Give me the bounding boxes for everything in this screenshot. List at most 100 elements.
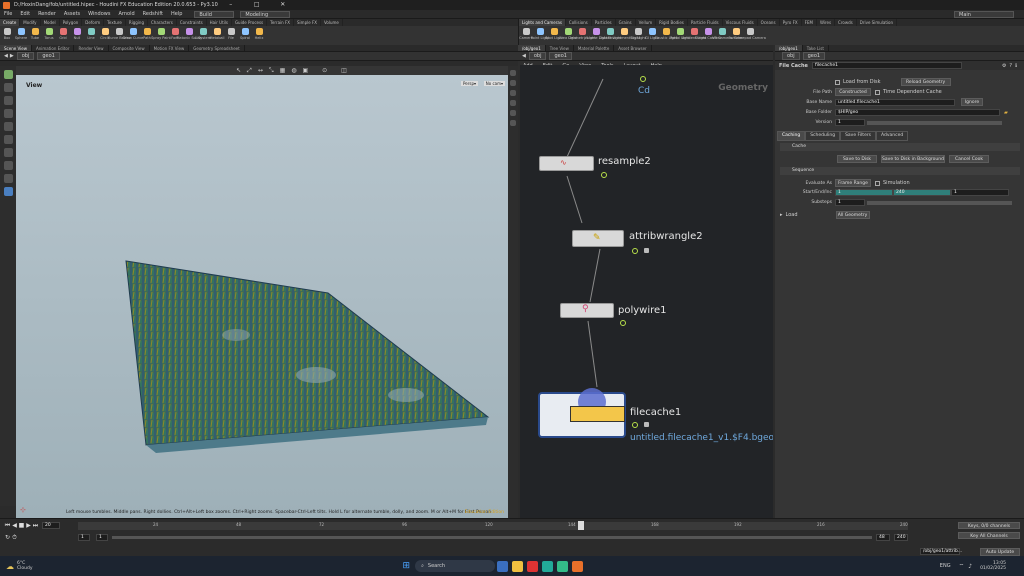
tool-helix[interactable]: Helix bbox=[252, 28, 266, 40]
shelf-tab-texture[interactable]: Texture bbox=[104, 19, 126, 26]
shelf-tab-rigid-bodies[interactable]: Rigid Bodies bbox=[656, 19, 688, 26]
end-field[interactable]: 240 bbox=[893, 189, 951, 196]
save-background-button[interactable]: Save to Disk in Background bbox=[881, 155, 945, 163]
menu-arnold[interactable]: Arnold bbox=[114, 10, 138, 19]
shelf-tab-terrain-fx[interactable]: Terrain FX bbox=[267, 19, 295, 26]
scene-viewport[interactable]: View Persp▾ No cam▾ ⊹ bbox=[16, 75, 508, 518]
session-dropdown[interactable]: Main bbox=[954, 10, 1014, 18]
weather-widget[interactable]: 6°C Cloudy bbox=[17, 561, 33, 571]
file-path-dropdown[interactable]: Constructed bbox=[835, 88, 871, 96]
tool-vr-camera[interactable]: VR Camera bbox=[712, 28, 732, 40]
tool-l-system[interactable]: L-System bbox=[195, 28, 211, 40]
shelf-tab-pyro-fx[interactable]: Pyro FX bbox=[780, 19, 802, 26]
node-resample2[interactable]: ∿ bbox=[539, 156, 594, 171]
first-frame-button[interactable]: ⏮ bbox=[4, 522, 11, 529]
shelf-tab-create[interactable]: Create bbox=[0, 19, 21, 26]
tab-tree-view[interactable]: Tree View bbox=[546, 45, 574, 51]
shelf-tab-simple-fx[interactable]: Simple FX bbox=[294, 19, 321, 26]
display-option-icon[interactable] bbox=[510, 120, 516, 126]
shelf-tab-volume[interactable]: Volume bbox=[321, 19, 343, 26]
shelf-tab-particle-fluids[interactable]: Particle Fluids bbox=[688, 19, 723, 26]
lock-icon[interactable] bbox=[644, 422, 649, 427]
handle-tool-icon[interactable] bbox=[3, 122, 13, 131]
substeps-field[interactable]: 1 bbox=[835, 199, 865, 206]
tool-draw-curve[interactable]: Draw Curve bbox=[123, 28, 143, 40]
weather-icon[interactable]: ☁ bbox=[6, 562, 14, 571]
range-start-field[interactable]: 1 bbox=[78, 534, 90, 541]
node-flag-icon[interactable] bbox=[601, 172, 607, 178]
node-flag-icon[interactable] bbox=[632, 422, 638, 428]
display-option-icon[interactable] bbox=[510, 90, 516, 96]
node-flag-icon[interactable] bbox=[632, 248, 638, 254]
menu-help[interactable]: Help bbox=[167, 10, 186, 19]
menu-edit[interactable]: Edit bbox=[16, 10, 34, 19]
tab-animation-editor[interactable]: Animation Editor bbox=[32, 45, 75, 51]
last-frame-button[interactable]: ⏭ bbox=[32, 522, 39, 529]
realtime-icon[interactable]: ⏱ bbox=[11, 534, 18, 541]
version-slider[interactable] bbox=[867, 120, 1002, 125]
tab-take-list[interactable]: Take List bbox=[803, 45, 829, 51]
path-obj[interactable]: obj bbox=[782, 52, 800, 60]
shelf-tab-rigging[interactable]: Rigging bbox=[126, 19, 148, 26]
forward-arrow-icon[interactable]: ▶ bbox=[10, 53, 14, 59]
shelf-tab-oceans[interactable]: Oceans bbox=[758, 19, 780, 26]
houdini-taskbar-icon[interactable] bbox=[572, 560, 584, 572]
shelf-tab-grains[interactable]: Grains bbox=[616, 19, 636, 26]
tab-geometry-spreadsheet[interactable]: Geometry Spreadsheet bbox=[189, 45, 245, 51]
node-polywire1[interactable]: ⚲ bbox=[560, 303, 614, 318]
tool-gamepad-camera[interactable]: Gamepad Camera bbox=[734, 28, 766, 40]
tool-sphere[interactable]: Sphere bbox=[14, 28, 28, 40]
channels-label[interactable]: Keys, 0/0 channels bbox=[958, 522, 1020, 529]
task-view-icon[interactable] bbox=[497, 560, 509, 572]
cancel-cook-button[interactable]: Cancel Cook bbox=[949, 155, 989, 163]
frame-ruler[interactable]: 24 48 72 96 120 144 168 192 216 240 bbox=[78, 522, 908, 530]
shelf-tab-model[interactable]: Model bbox=[41, 19, 60, 26]
windows-start-icon[interactable]: ⊞ bbox=[403, 561, 411, 571]
volume-icon[interactable]: ♪ bbox=[968, 563, 972, 570]
minimize-button[interactable]: – bbox=[218, 0, 244, 10]
tool-spiral[interactable]: Spiral bbox=[238, 28, 252, 40]
sequence-section[interactable]: Sequence bbox=[780, 167, 1020, 175]
cache-section[interactable]: Cache bbox=[780, 143, 1020, 151]
tab-obj-geo1[interactable]: /obj/geo1 bbox=[518, 45, 546, 51]
tool-environment-light[interactable]: Environment Light bbox=[608, 28, 640, 40]
menu-assets[interactable]: Assets bbox=[60, 10, 84, 19]
tool-tube[interactable]: Tube bbox=[28, 28, 42, 40]
shelf-tab-lights-and-cameras[interactable]: Lights and Cameras bbox=[519, 19, 566, 26]
display-option-icon[interactable] bbox=[510, 70, 516, 76]
range-end-field[interactable]: 240 bbox=[894, 534, 908, 541]
path-obj[interactable]: obj bbox=[16, 52, 35, 60]
step-back-button[interactable]: ◀ bbox=[11, 522, 18, 529]
inc-field[interactable]: 1 bbox=[951, 189, 1009, 196]
shelf-tab-particles[interactable]: Particles bbox=[592, 19, 616, 26]
node-flag-icon[interactable] bbox=[620, 320, 626, 326]
tool-torus[interactable]: Torus bbox=[42, 28, 56, 40]
shelf-tab-hair-utils[interactable]: Hair Utils bbox=[207, 19, 232, 26]
view-tool-icon[interactable] bbox=[3, 148, 13, 157]
parm-subtab-caching[interactable]: Caching bbox=[777, 131, 806, 141]
path-obj[interactable]: obj bbox=[528, 52, 547, 60]
magnet-icon[interactable] bbox=[3, 174, 13, 183]
shelf-tab-polygon[interactable]: Polygon bbox=[60, 19, 83, 26]
path-geo[interactable]: geo1 bbox=[802, 52, 826, 60]
tab-render-view[interactable]: Render View bbox=[74, 45, 109, 51]
tool-metaball[interactable]: Metaball bbox=[210, 28, 225, 40]
display-option-icon[interactable] bbox=[510, 80, 516, 86]
parm-subtab-save-filters[interactable]: Save Filters bbox=[840, 131, 877, 141]
base-folder-field[interactable]: $HIP/geo bbox=[835, 109, 1000, 116]
evaluate-dropdown[interactable]: Frame Range bbox=[835, 179, 871, 187]
range-end2-field[interactable]: 48 bbox=[876, 534, 890, 541]
select-tool-icon[interactable] bbox=[3, 70, 13, 79]
key-all-button[interactable]: Key All Channels bbox=[958, 532, 1020, 539]
rotate-tool-icon[interactable] bbox=[3, 96, 13, 105]
explorer-icon[interactable] bbox=[512, 560, 524, 572]
tool-sky-light[interactable]: Sky Light bbox=[630, 28, 646, 40]
shelf-tab-drive-simulation[interactable]: Drive Simulation bbox=[857, 19, 897, 26]
shelf-tab-fem[interactable]: FEM bbox=[802, 19, 817, 26]
shelf-tab-modify[interactable]: Modify bbox=[20, 19, 41, 26]
tab-composite-view[interactable]: Composite View bbox=[109, 45, 150, 51]
tool-line[interactable]: Line bbox=[84, 28, 98, 40]
tool-platonic-solids[interactable]: Platonic Solids bbox=[176, 28, 202, 40]
chrome-icon[interactable] bbox=[542, 560, 554, 572]
render-region-icon[interactable] bbox=[3, 187, 13, 196]
